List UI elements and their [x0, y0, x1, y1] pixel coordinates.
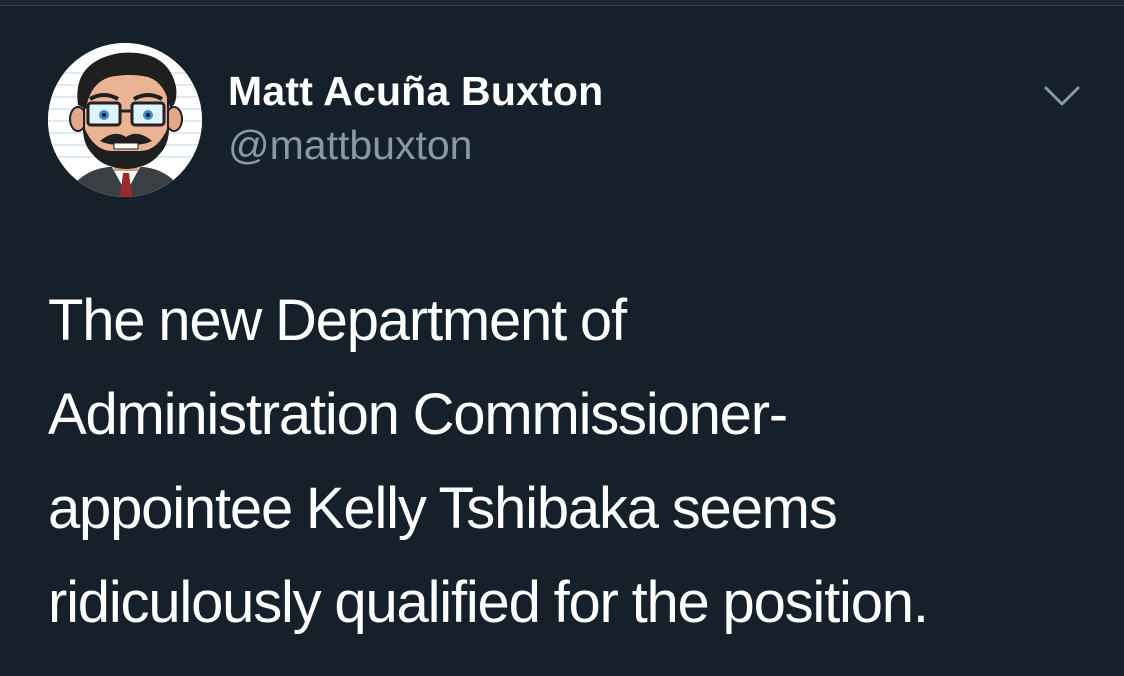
tweet-menu-button[interactable]	[1042, 84, 1082, 110]
author-display-name[interactable]: Matt Acuña Buxton	[228, 68, 603, 115]
chevron-down-icon	[1044, 86, 1080, 106]
tweet-text-line: The new Department of	[48, 288, 627, 353]
tweet-body: The new Department of Administration Com…	[48, 274, 1088, 650]
tweet-text-line: appointee Kelly Tshibaka seems	[48, 476, 838, 541]
author-handle[interactable]: @mattbuxton	[228, 122, 472, 169]
header-divider	[0, 0, 1124, 6]
tweet-text-line: ridiculously qualified for the position.	[48, 570, 929, 635]
tweet-text-line: Administration Commissioner-	[48, 382, 788, 447]
cartoon-avatar-icon	[48, 43, 202, 197]
avatar[interactable]	[48, 43, 202, 197]
